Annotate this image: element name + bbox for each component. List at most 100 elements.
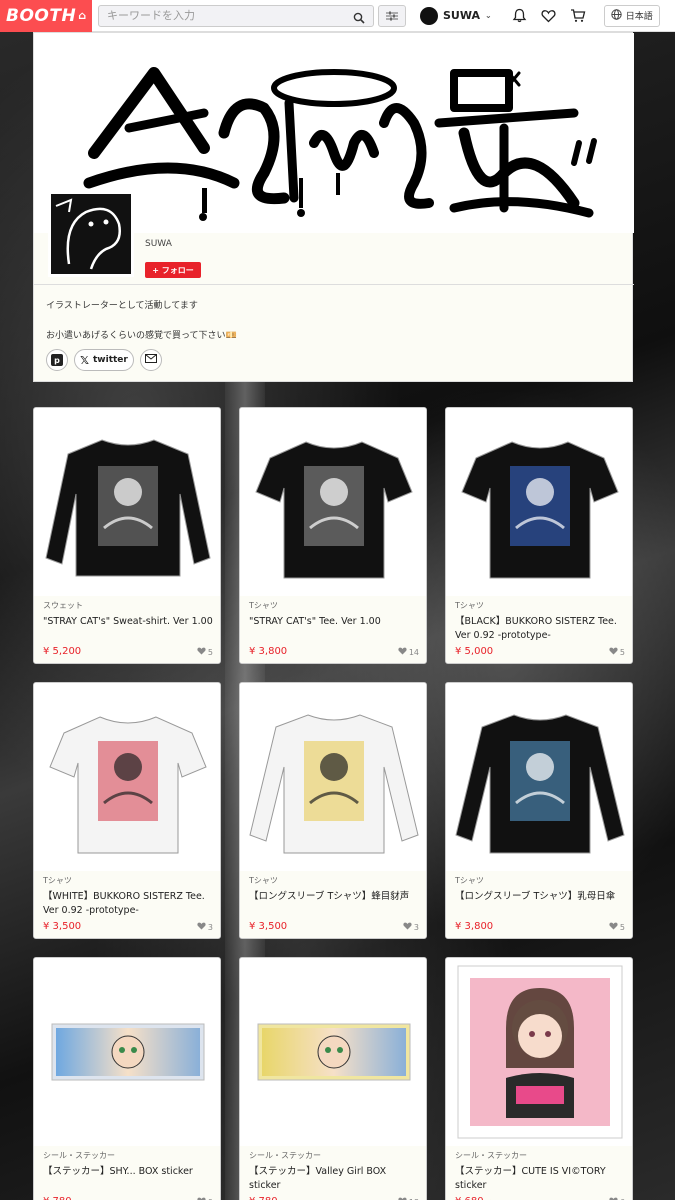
product-meta: シール・ステッカー 【ステッカー】Valley Girl BOX sticker… xyxy=(240,1146,426,1200)
heart-icon xyxy=(197,922,206,932)
product-category[interactable]: スウェット xyxy=(43,600,213,611)
product-title[interactable]: 【ロングスリーブ Tシャツ】乳母日傘 xyxy=(455,890,625,918)
search-icon[interactable] xyxy=(353,9,365,28)
like-count-value: 3 xyxy=(413,922,419,932)
like-count[interactable]: 5 xyxy=(609,922,625,932)
like-count[interactable]: 14 xyxy=(398,647,419,657)
product-category[interactable]: Tシャツ xyxy=(249,600,419,611)
shop-profile-card: SUWA + フォロー イラストレーターとして活動してます お小遣いあげるくらい… xyxy=(33,32,634,382)
product-thumbnail[interactable] xyxy=(446,683,632,871)
product-title[interactable]: 【ステッカー】Valley Girl BOX sticker xyxy=(249,1165,419,1193)
product-thumbnail[interactable] xyxy=(34,408,220,596)
product-category[interactable]: シール・ステッカー xyxy=(455,1150,625,1161)
product-price: ¥ 780 xyxy=(249,1196,278,1200)
heart-icon xyxy=(609,922,618,932)
product-title[interactable]: "STRAY CAT's" Sweat-shirt. Ver 1.00 xyxy=(43,615,213,643)
product-card[interactable]: Tシャツ 【ロングスリーブ Tシャツ】蜂目豺声 ¥ 3,500 3 xyxy=(239,682,427,939)
search-input[interactable] xyxy=(99,5,339,26)
follow-button[interactable]: + フォロー xyxy=(145,262,201,278)
product-meta: Tシャツ 【BLACK】BUKKORO SISTERZ Tee. Ver 0.9… xyxy=(446,596,632,663)
like-count-value: 5 xyxy=(619,922,625,932)
twitter-label: twitter xyxy=(93,355,128,365)
product-thumbnail[interactable] xyxy=(34,958,220,1146)
product-price: ¥ 3,500 xyxy=(249,921,288,932)
product-category[interactable]: Tシャツ xyxy=(249,875,419,886)
product-thumbnail[interactable] xyxy=(446,408,632,596)
product-meta: シール・ステッカー 【ステッカー】CUTE IS VI©TORY sticker… xyxy=(446,1146,632,1200)
product-meta: シール・ステッカー 【ステッカー】SHY... BOX sticker ¥ 78… xyxy=(34,1146,220,1200)
like-count[interactable]: 5 xyxy=(609,647,625,657)
product-category[interactable]: Tシャツ xyxy=(455,875,625,886)
twitter-link[interactable]: 𝕏 twitter xyxy=(74,349,134,371)
product-card[interactable]: シール・ステッカー 【ステッカー】Valley Girl BOX sticker… xyxy=(239,957,427,1200)
product-category[interactable]: シール・ステッカー xyxy=(43,1150,213,1161)
mail-link[interactable] xyxy=(140,349,162,371)
product-thumbnail[interactable] xyxy=(446,958,632,1146)
sliders-icon xyxy=(386,6,398,25)
like-count-value: 5 xyxy=(207,647,213,657)
product-price: ¥ 780 xyxy=(43,1196,72,1200)
product-thumbnail[interactable] xyxy=(240,683,426,871)
product-price: ¥ 3,800 xyxy=(455,921,494,932)
product-title[interactable]: 【BLACK】BUKKORO SISTERZ Tee. Ver 0.92 -pr… xyxy=(455,615,625,643)
product-thumbnail[interactable] xyxy=(240,408,426,596)
heart-icon xyxy=(197,647,206,657)
product-card[interactable]: シール・ステッカー 【ステッカー】SHY... BOX sticker ¥ 78… xyxy=(33,957,221,1200)
like-count-value: 14 xyxy=(408,647,419,657)
product-thumbnail[interactable] xyxy=(34,683,220,871)
pixiv-icon: p xyxy=(51,354,63,366)
bell-icon[interactable] xyxy=(512,8,527,23)
product-price: ¥ 5,000 xyxy=(455,646,494,657)
product-card[interactable]: Tシャツ 【ロングスリーブ Tシャツ】乳母日傘 ¥ 3,800 5 xyxy=(445,682,633,939)
heart-icon xyxy=(403,922,412,932)
product-card[interactable]: Tシャツ 【WHITE】BUKKORO SISTERZ Tee. Ver 0.9… xyxy=(33,682,221,939)
product-category[interactable]: Tシャツ xyxy=(43,875,213,886)
search-box xyxy=(98,4,374,28)
user-avatar xyxy=(420,6,438,25)
product-grid: スウェット "STRAY CAT's" Sweat-shirt. Ver 1.0… xyxy=(33,407,633,1200)
language-selector[interactable]: 日本語 xyxy=(603,4,660,27)
heart-icon xyxy=(398,647,407,657)
like-count[interactable]: 3 xyxy=(197,922,213,932)
product-price: ¥ 3,500 xyxy=(43,921,82,932)
shop-avatar[interactable] xyxy=(48,191,134,277)
chevron-down-icon: ⌄ xyxy=(485,11,492,20)
heart-icon[interactable] xyxy=(541,9,556,23)
shop-bio-line-1: イラストレーターとして活動してます xyxy=(46,301,198,311)
product-card[interactable]: Tシャツ 【BLACK】BUKKORO SISTERZ Tee. Ver 0.9… xyxy=(445,407,633,664)
globe-icon xyxy=(611,8,622,23)
product-meta: Tシャツ "STRAY CAT's" Tee. Ver 1.00 ¥ 3,800… xyxy=(240,596,426,663)
product-title[interactable]: 【WHITE】BUKKORO SISTERZ Tee. Ver 0.92 -pr… xyxy=(43,890,213,918)
product-title[interactable]: "STRAY CAT's" Tee. Ver 1.00 xyxy=(249,615,419,643)
product-card[interactable]: Tシャツ "STRAY CAT's" Tee. Ver 1.00 ¥ 3,800… xyxy=(239,407,427,664)
social-links: p 𝕏 twitter xyxy=(46,349,162,371)
product-title[interactable]: 【ステッカー】CUTE IS VI©TORY sticker xyxy=(455,1165,625,1193)
product-meta: スウェット "STRAY CAT's" Sweat-shirt. Ver 1.0… xyxy=(34,596,220,663)
cart-icon[interactable] xyxy=(570,8,586,23)
like-count-value: 5 xyxy=(619,647,625,657)
like-count[interactable]: 5 xyxy=(197,647,213,657)
product-price: ¥ 680~ xyxy=(455,1196,492,1200)
like-count[interactable]: 3 xyxy=(403,922,419,932)
product-price: ¥ 3,800 xyxy=(249,646,288,657)
product-card[interactable]: シール・ステッカー 【ステッカー】CUTE IS VI©TORY sticker… xyxy=(445,957,633,1200)
like-count-value: 3 xyxy=(207,922,213,932)
language-label: 日本語 xyxy=(625,12,653,22)
booth-logo[interactable]: BOOTH ⌂ xyxy=(0,0,92,32)
product-category[interactable]: Tシャツ xyxy=(455,600,625,611)
shop-name[interactable]: SUWA xyxy=(145,239,172,249)
product-title[interactable]: 【ステッカー】SHY... BOX sticker xyxy=(43,1165,213,1193)
shop-bio-line-2: お小遣いあげるくらいの感覚で買って下さい💴 xyxy=(46,331,237,341)
product-category[interactable]: シール・ステッカー xyxy=(249,1150,419,1161)
product-meta: Tシャツ 【ロングスリーブ Tシャツ】乳母日傘 ¥ 3,800 5 xyxy=(446,871,632,938)
user-menu[interactable]: SUWA ⌄ xyxy=(420,6,492,25)
product-meta: Tシャツ 【WHITE】BUKKORO SISTERZ Tee. Ver 0.9… xyxy=(34,871,220,938)
product-price: ¥ 5,200 xyxy=(43,646,82,657)
product-title[interactable]: 【ロングスリーブ Tシャツ】蜂目豺声 xyxy=(249,890,419,918)
pixiv-link[interactable]: p xyxy=(46,349,68,371)
user-name: SUWA xyxy=(443,9,481,22)
product-card[interactable]: スウェット "STRAY CAT's" Sweat-shirt. Ver 1.0… xyxy=(33,407,221,664)
mail-icon xyxy=(145,354,157,366)
product-thumbnail[interactable] xyxy=(240,958,426,1146)
filter-button[interactable] xyxy=(378,4,406,27)
